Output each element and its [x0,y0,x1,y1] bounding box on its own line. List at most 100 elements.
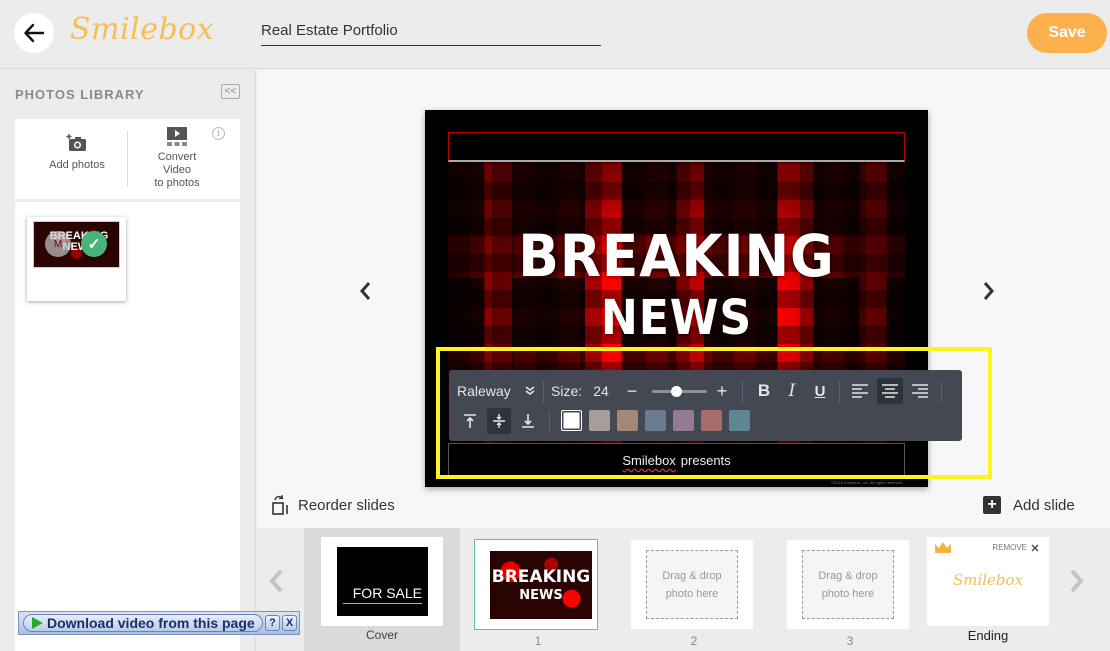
arrow-left-icon [24,23,45,43]
reorder-icon [272,495,288,515]
size-decrease-button[interactable]: − [623,378,641,404]
cover-thumbnail[interactable]: FOR SALE [321,537,443,626]
color-swatch[interactable] [645,410,666,431]
slide-1-thumbnail[interactable]: BREAKING NEWS [474,539,598,630]
title-text-box[interactable] [448,132,905,162]
add-slide-button[interactable]: + Add slide [983,496,1075,514]
size-label: Size: [551,383,583,399]
media-badge-icon: M [45,231,71,257]
download-help-button[interactable]: ? [265,615,280,631]
valign-middle-button[interactable] [487,408,511,434]
size-slider-handle[interactable] [671,386,683,397]
panel-title: PHOTOS LIBRARY [15,87,145,102]
video-icon [167,127,187,146]
filmstrip-slide-2[interactable]: Drag & drop photo here 2 [616,528,772,651]
font-family-dropdown[interactable]: Raleway [457,378,519,404]
slide-3-thumbnail[interactable]: Drag & drop photo here [787,540,909,629]
toolbar-separator [742,381,743,403]
toolbar-separator [543,381,544,403]
filmstrip-prev-button[interactable] [268,568,284,601]
remove-ending-button[interactable]: REMOVE [992,543,1039,552]
size-increase-button[interactable]: + [713,378,731,404]
photo-thumbnail: BREAKING NEWS M ✓ [33,221,120,268]
filmstrip-slide-cover[interactable]: FOR SALE Cover [304,528,460,651]
color-swatch[interactable] [617,410,638,431]
slide-label: Ending [967,628,1009,643]
convert-label-line1: Convert [157,151,197,163]
chevron-right-icon [983,282,994,300]
align-center-button[interactable] [877,378,903,404]
add-photos-button[interactable]: Add photos [37,129,117,171]
cover-image: FOR SALE [337,547,428,616]
valign-bottom-button[interactable] [516,408,540,434]
double-chevron-down-icon [525,386,535,395]
ending-logo: Smilebox [952,571,1024,589]
crown-icon [935,542,951,553]
photo-item[interactable]: BREAKING NEWS M ✓ [27,217,126,301]
slide-editor: BREAKING NEWS Smilebox presents ©2016 Sm… [257,70,1110,528]
photo-dropzone[interactable]: Drag & drop photo here [646,550,738,619]
filmstrip-slide-1[interactable]: BREAKING NEWS 1 [460,528,616,651]
caption-text-box[interactable]: Smilebox presents [448,443,905,477]
filmstrip-slide-ending[interactable]: REMOVE Smilebox Ending [927,528,1052,651]
play-icon [32,617,43,629]
font-name: Raleway [457,383,511,399]
bold-button[interactable]: B [752,378,776,404]
filmstrip-next-button[interactable] [1069,568,1085,601]
color-swatch[interactable] [673,410,694,431]
filmstrip-slide-3[interactable]: Drag & drop photo here 3 [772,528,928,651]
align-top-icon [464,414,476,428]
collapse-panel-button[interactable]: << [221,84,240,99]
info-icon[interactable]: i [212,127,225,140]
plus-icon: + [983,496,1001,514]
slide-label: 2 [690,634,698,648]
photo-dropzone[interactable]: Drag & drop photo here [802,550,894,619]
reorder-slides-button[interactable]: Reorder slides [272,495,395,515]
download-video-bar: Download video from this page ? X [18,611,300,635]
text-format-toolbar: Raleway Size: 24 − + B I U [449,370,962,441]
align-left-button[interactable] [847,378,873,404]
toolbar-separator [941,381,942,403]
align-middle-icon [493,414,505,428]
project-title-input[interactable] [261,14,601,46]
remove-label: REMOVE [992,543,1027,552]
photo-tools: Add photos Convert Video to photos i [15,119,240,199]
color-swatch[interactable] [561,410,582,431]
convert-label-line3: to photos [154,177,200,189]
chevron-right-icon [1070,569,1084,593]
slide-1-image: BREAKING NEWS [490,551,592,619]
download-video-button[interactable]: Download video from this page [23,614,263,632]
align-center-icon [882,384,898,398]
align-right-icon [912,384,928,398]
color-swatch[interactable] [701,410,722,431]
save-button[interactable]: Save [1027,13,1107,53]
color-swatch[interactable] [589,410,610,431]
toolbar-separator [549,411,550,433]
align-right-button[interactable] [907,378,933,404]
download-close-button[interactable]: X [282,615,297,631]
dropzone-text-2: photo here [665,587,719,600]
valign-top-button[interactable] [458,408,482,434]
italic-button[interactable]: I [780,378,804,404]
smilebox-logo: Smilebox [70,12,215,47]
dropzone-text-2: photo here [821,587,875,600]
align-left-icon [852,384,868,398]
slide-2-thumbnail[interactable]: Drag & drop photo here [631,540,753,629]
slide-label: Cover [365,628,398,642]
slide-headline-breaking: BREAKING [518,222,835,290]
convert-video-button[interactable]: Convert Video to photos [141,125,213,190]
back-button[interactable] [14,13,54,53]
close-icon [1031,544,1039,551]
color-swatch[interactable] [729,410,750,431]
slide-label: 3 [846,634,854,648]
next-slide-button[interactable] [979,278,999,304]
slide-1-text-breaking: BREAKING [491,567,591,587]
tools-divider [127,131,128,187]
font-dropdown-toggle[interactable] [523,378,537,404]
previous-slide-button[interactable] [355,278,375,304]
ending-thumbnail[interactable]: REMOVE Smilebox [927,537,1049,626]
copyright-text: ©2016 Smilebox, Inc. All rights reserved [831,480,902,485]
add-slide-label: Add slide [1013,496,1075,514]
underline-button[interactable]: U [808,378,832,404]
caption-word-smilebox: Smilebox [622,452,676,468]
